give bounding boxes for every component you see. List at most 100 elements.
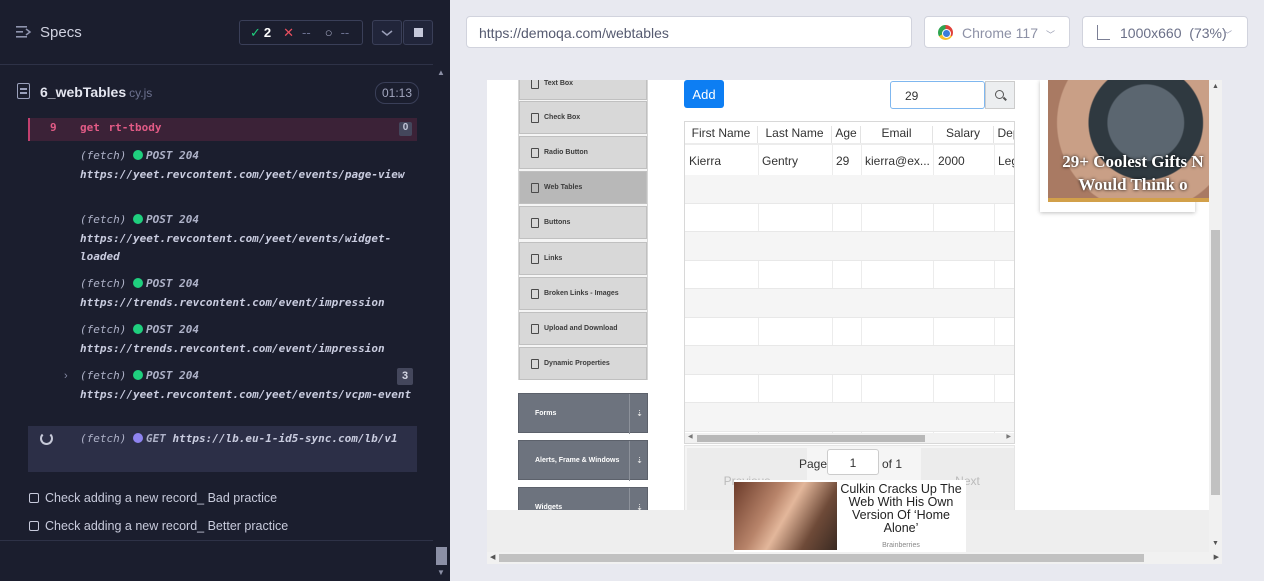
cell-age: 29	[836, 154, 850, 168]
side-ad[interactable]: 29+ Coolest Gifts N Would Think o	[1040, 80, 1211, 212]
page-input[interactable]: 1	[827, 449, 879, 475]
browser-selector[interactable]: Chrome 117 ﹀	[924, 16, 1070, 48]
log-url: https://yeet.revcontent.com/yeet/events/…	[80, 387, 412, 401]
table-row	[685, 403, 1014, 432]
nav-item-links[interactable]: Links	[519, 242, 647, 275]
log-scrollbar[interactable]: ▲ ▼	[433, 65, 450, 581]
log-url: https://yeet.revcontent.com/yeet/events/…	[80, 231, 392, 264]
spec-file-basename: 6_webTables	[40, 84, 127, 100]
scrollbar-thumb[interactable]	[499, 554, 1144, 562]
add-button[interactable]: Add	[684, 80, 724, 108]
scrollbar-thumb[interactable]	[697, 435, 925, 442]
column-header[interactable]: Salary	[933, 126, 994, 143]
page-horizontal-scrollbar[interactable]: ◀ ▶	[487, 552, 1222, 564]
table-row	[685, 346, 1014, 375]
scroll-left-icon[interactable]: ◀	[688, 433, 693, 440]
spec-file-header: 6_webTables cy.js 01:13	[0, 75, 433, 109]
ad-brand: Brainberries	[882, 542, 920, 549]
scroll-up-icon[interactable]: ▲	[437, 68, 445, 77]
failed-count: --	[302, 25, 311, 40]
test-item[interactable]: Check adding a new record_ Better practi…	[29, 519, 288, 533]
log-status: POST 204	[145, 149, 199, 162]
table-row	[685, 317, 1014, 346]
page-scrollbar[interactable]: ▲ ▼	[1209, 80, 1222, 552]
log-entry[interactable]: (fetch) POST 204 https://yeet.revcontent…	[80, 211, 420, 267]
log-entry[interactable]: (fetch) POST 204 https://yeet.revcontent…	[80, 367, 420, 404]
log-entry[interactable]: (fetch) POST 204 https://trends.revconte…	[80, 321, 420, 358]
nav-item-text-box[interactable]: Text Box	[519, 80, 647, 100]
bottom-ad[interactable]: Culkin Cracks Up The Web With His Own Ve…	[734, 480, 966, 552]
log-prefix: (fetch)	[80, 149, 127, 162]
nav-label: Check Box	[544, 114, 581, 121]
search-input[interactable]: 29	[890, 81, 985, 109]
command-text: get rt-tbody	[80, 121, 162, 134]
scrollbar-thumb[interactable]	[436, 547, 447, 565]
test-title: Check adding a new record_ Better practi…	[45, 519, 289, 533]
section-alerts[interactable]: Alerts, Frame & Windows ⇣	[518, 440, 648, 481]
log-status: POST 204	[145, 323, 199, 336]
column-header[interactable]: Age	[832, 126, 861, 143]
command-log-panel: Specs ✓ 2 ✕ -- ○ -- 6_webTables cy.js 01:1…	[0, 0, 433, 581]
scroll-right-icon[interactable]: ▶	[1006, 433, 1011, 440]
passed-count: 2	[263, 24, 272, 40]
scroll-left-icon[interactable]: ◀	[490, 553, 495, 561]
elements-nav: Text Box Check Box Radio Button Web Tabl…	[518, 80, 648, 380]
log-prefix: (fetch)	[80, 213, 127, 226]
table-scrollbar[interactable]: ◀ ▶	[685, 433, 1014, 443]
nav-item-web-tables[interactable]: Web Tables	[519, 171, 647, 204]
scroll-down-icon[interactable]: ▼	[1212, 540, 1219, 547]
page-label: Page	[799, 457, 828, 471]
log-entry[interactable]: (fetch) POST 204 https://yeet.revcontent…	[80, 147, 420, 184]
ad-caption: 29+ Coolest Gifts N Would Think o	[1062, 152, 1204, 194]
status-dot-icon	[132, 324, 143, 334]
column-header[interactable]: Dep	[994, 126, 1014, 143]
test-item[interactable]: Check adding a new record_ Bad practice	[29, 491, 277, 505]
specs-title[interactable]: Specs	[40, 24, 82, 41]
log-entry[interactable]: (fetch) POST 204 https://trends.revconte…	[80, 275, 420, 312]
expand-icon: ⇣	[629, 394, 649, 434]
log-method: GET	[145, 432, 166, 445]
search-button[interactable]	[985, 81, 1015, 109]
scroll-down-icon[interactable]: ▼	[437, 568, 445, 577]
table-row	[685, 260, 1014, 289]
ad-band	[1048, 198, 1211, 202]
scrollbar-thumb[interactable]	[1211, 230, 1220, 495]
ad-image	[734, 482, 837, 550]
section-label: Alerts, Frame & Windows	[535, 457, 620, 464]
specs-menu-icon[interactable]	[16, 25, 32, 39]
column-header[interactable]: Email	[861, 126, 933, 143]
stop-icon	[414, 28, 423, 37]
nav-item-buttons[interactable]: Buttons	[519, 206, 647, 239]
spec-file-name: 6_webTables cy.js	[40, 84, 152, 100]
status-dot-icon	[132, 278, 143, 288]
column-header[interactable]: Last Name	[758, 126, 832, 143]
scroll-up-icon[interactable]: ▲	[1212, 83, 1219, 90]
expand-chevron-icon[interactable]: ›	[64, 370, 68, 382]
stop-button[interactable]	[403, 20, 433, 45]
command-row[interactable]: 9 get rt-tbody 0	[28, 118, 417, 141]
nav-item-upload-download[interactable]: Upload and Download	[519, 312, 647, 345]
nav-item-broken-links[interactable]: Broken Links - Images	[519, 277, 647, 310]
pending-log-entry[interactable]: (fetch) GET https://lb.eu-1-id5-sync.com…	[28, 426, 417, 472]
scroll-right-icon[interactable]: ▶	[1214, 553, 1219, 561]
status-dot-icon	[132, 433, 143, 443]
cell-department: Leg	[998, 154, 1014, 168]
section-forms[interactable]: Forms ⇣	[518, 393, 649, 434]
table-row	[685, 289, 1014, 318]
nav-item-check-box[interactable]: Check Box	[519, 101, 647, 134]
table-row	[685, 232, 1014, 261]
log-status: POST 204	[145, 277, 199, 290]
chevron-down-button[interactable]	[372, 20, 402, 45]
document-icon	[17, 83, 30, 99]
log-prefix: (fetch)	[80, 323, 127, 336]
divider	[0, 540, 433, 541]
url-bar[interactable]: https://demoqa.com/webtables	[466, 16, 912, 48]
nav-item-radio-button[interactable]: Radio Button	[519, 136, 647, 169]
column-header[interactable]: First Name	[685, 126, 758, 143]
spec-file-ext: cy.js	[129, 86, 153, 100]
nav-item-dynamic-properties[interactable]: Dynamic Properties	[519, 347, 647, 380]
pending-log-text: (fetch) GET https://lb.eu-1-id5-sync.com…	[80, 430, 420, 449]
log-url: https://trends.revcontent.com/event/impr…	[80, 295, 385, 309]
loading-spinner-icon	[40, 432, 53, 445]
viewport-info[interactable]: 1000x660 (73%) ﹀	[1082, 16, 1248, 48]
